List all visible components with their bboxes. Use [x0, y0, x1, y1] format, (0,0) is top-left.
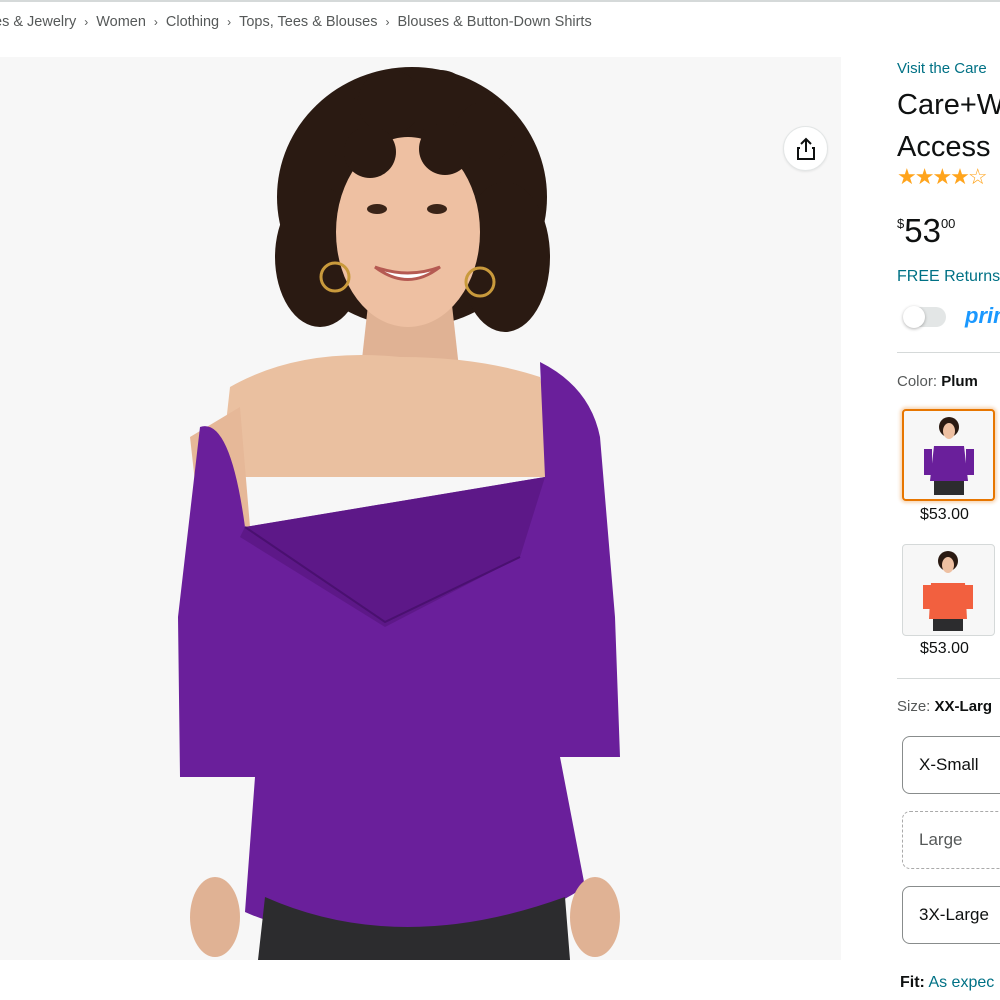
prime-toggle[interactable] — [903, 306, 946, 328]
color-label: Color: — [897, 373, 938, 390]
breadcrumb-item[interactable]: Blouses & Button-Down Shirts — [397, 14, 591, 30]
size-option-button[interactable]: Large — [902, 811, 1000, 869]
chevron-right-icon: › — [227, 15, 232, 29]
section-divider — [897, 352, 1000, 353]
swatch-thumbnail — [924, 417, 974, 495]
chevron-right-icon: › — [153, 15, 158, 29]
fit-row: Fit: As expec — [900, 974, 994, 992]
fit-label: Fit: — [900, 974, 925, 991]
price-fraction: 00 — [940, 216, 956, 231]
color-swatch-coral[interactable] — [902, 544, 995, 636]
breadcrumb-item[interactable]: Women — [96, 14, 146, 30]
product-main-image[interactable] — [0, 57, 841, 960]
toggle-knob — [903, 306, 925, 328]
size-selected-value: XX-Larg — [934, 698, 993, 715]
visit-store-link[interactable]: Visit the Care — [897, 60, 987, 77]
chevron-right-icon: › — [385, 15, 390, 29]
prime-logo: prim — [965, 303, 1000, 328]
model-photo — [178, 67, 620, 960]
breadcrumb-item[interactable]: es & Jewelry — [0, 14, 76, 30]
product-title-line: Access C — [897, 131, 1000, 163]
free-returns-link[interactable]: FREE Returns — [897, 268, 1000, 286]
chevron-right-icon: › — [84, 15, 89, 29]
share-icon — [796, 137, 815, 160]
share-button[interactable] — [783, 126, 828, 171]
color-swatch-plum[interactable] — [902, 409, 995, 501]
swatch-price: $53.00 — [920, 640, 969, 657]
breadcrumb: es & Jewelry › Women › Clothing › Tops, … — [0, 12, 592, 32]
size-option-button[interactable]: 3X-Large — [902, 886, 1000, 944]
section-divider — [897, 678, 1000, 679]
top-divider — [0, 0, 1000, 2]
breadcrumb-item[interactable]: Clothing — [166, 14, 219, 30]
color-selected-value: Plum — [941, 373, 978, 390]
breadcrumb-item[interactable]: Tops, Tees & Blouses — [239, 14, 377, 30]
swatch-thumbnail — [923, 551, 973, 631]
size-label-row: Size: XX-Larg — [897, 698, 992, 715]
product-title: Care+W Access C — [897, 84, 1000, 168]
price-whole: 53 — [904, 212, 941, 249]
swatch-price: $53.00 — [920, 506, 969, 523]
product-title-line: Care+W — [897, 89, 1000, 121]
star-rating-icon[interactable]: ★★★★☆ — [897, 164, 988, 190]
product-details-column: Visit the Care Care+W Access C ★★★★☆ $53… — [897, 0, 1000, 1000]
price: $5300 — [897, 212, 955, 250]
price-symbol: $ — [897, 216, 905, 231]
color-label-row: Color: Plum — [897, 373, 978, 390]
size-label: Size: — [897, 698, 931, 715]
size-option-button[interactable]: X-Small — [902, 736, 1000, 794]
fit-link[interactable]: As expec — [928, 974, 994, 991]
